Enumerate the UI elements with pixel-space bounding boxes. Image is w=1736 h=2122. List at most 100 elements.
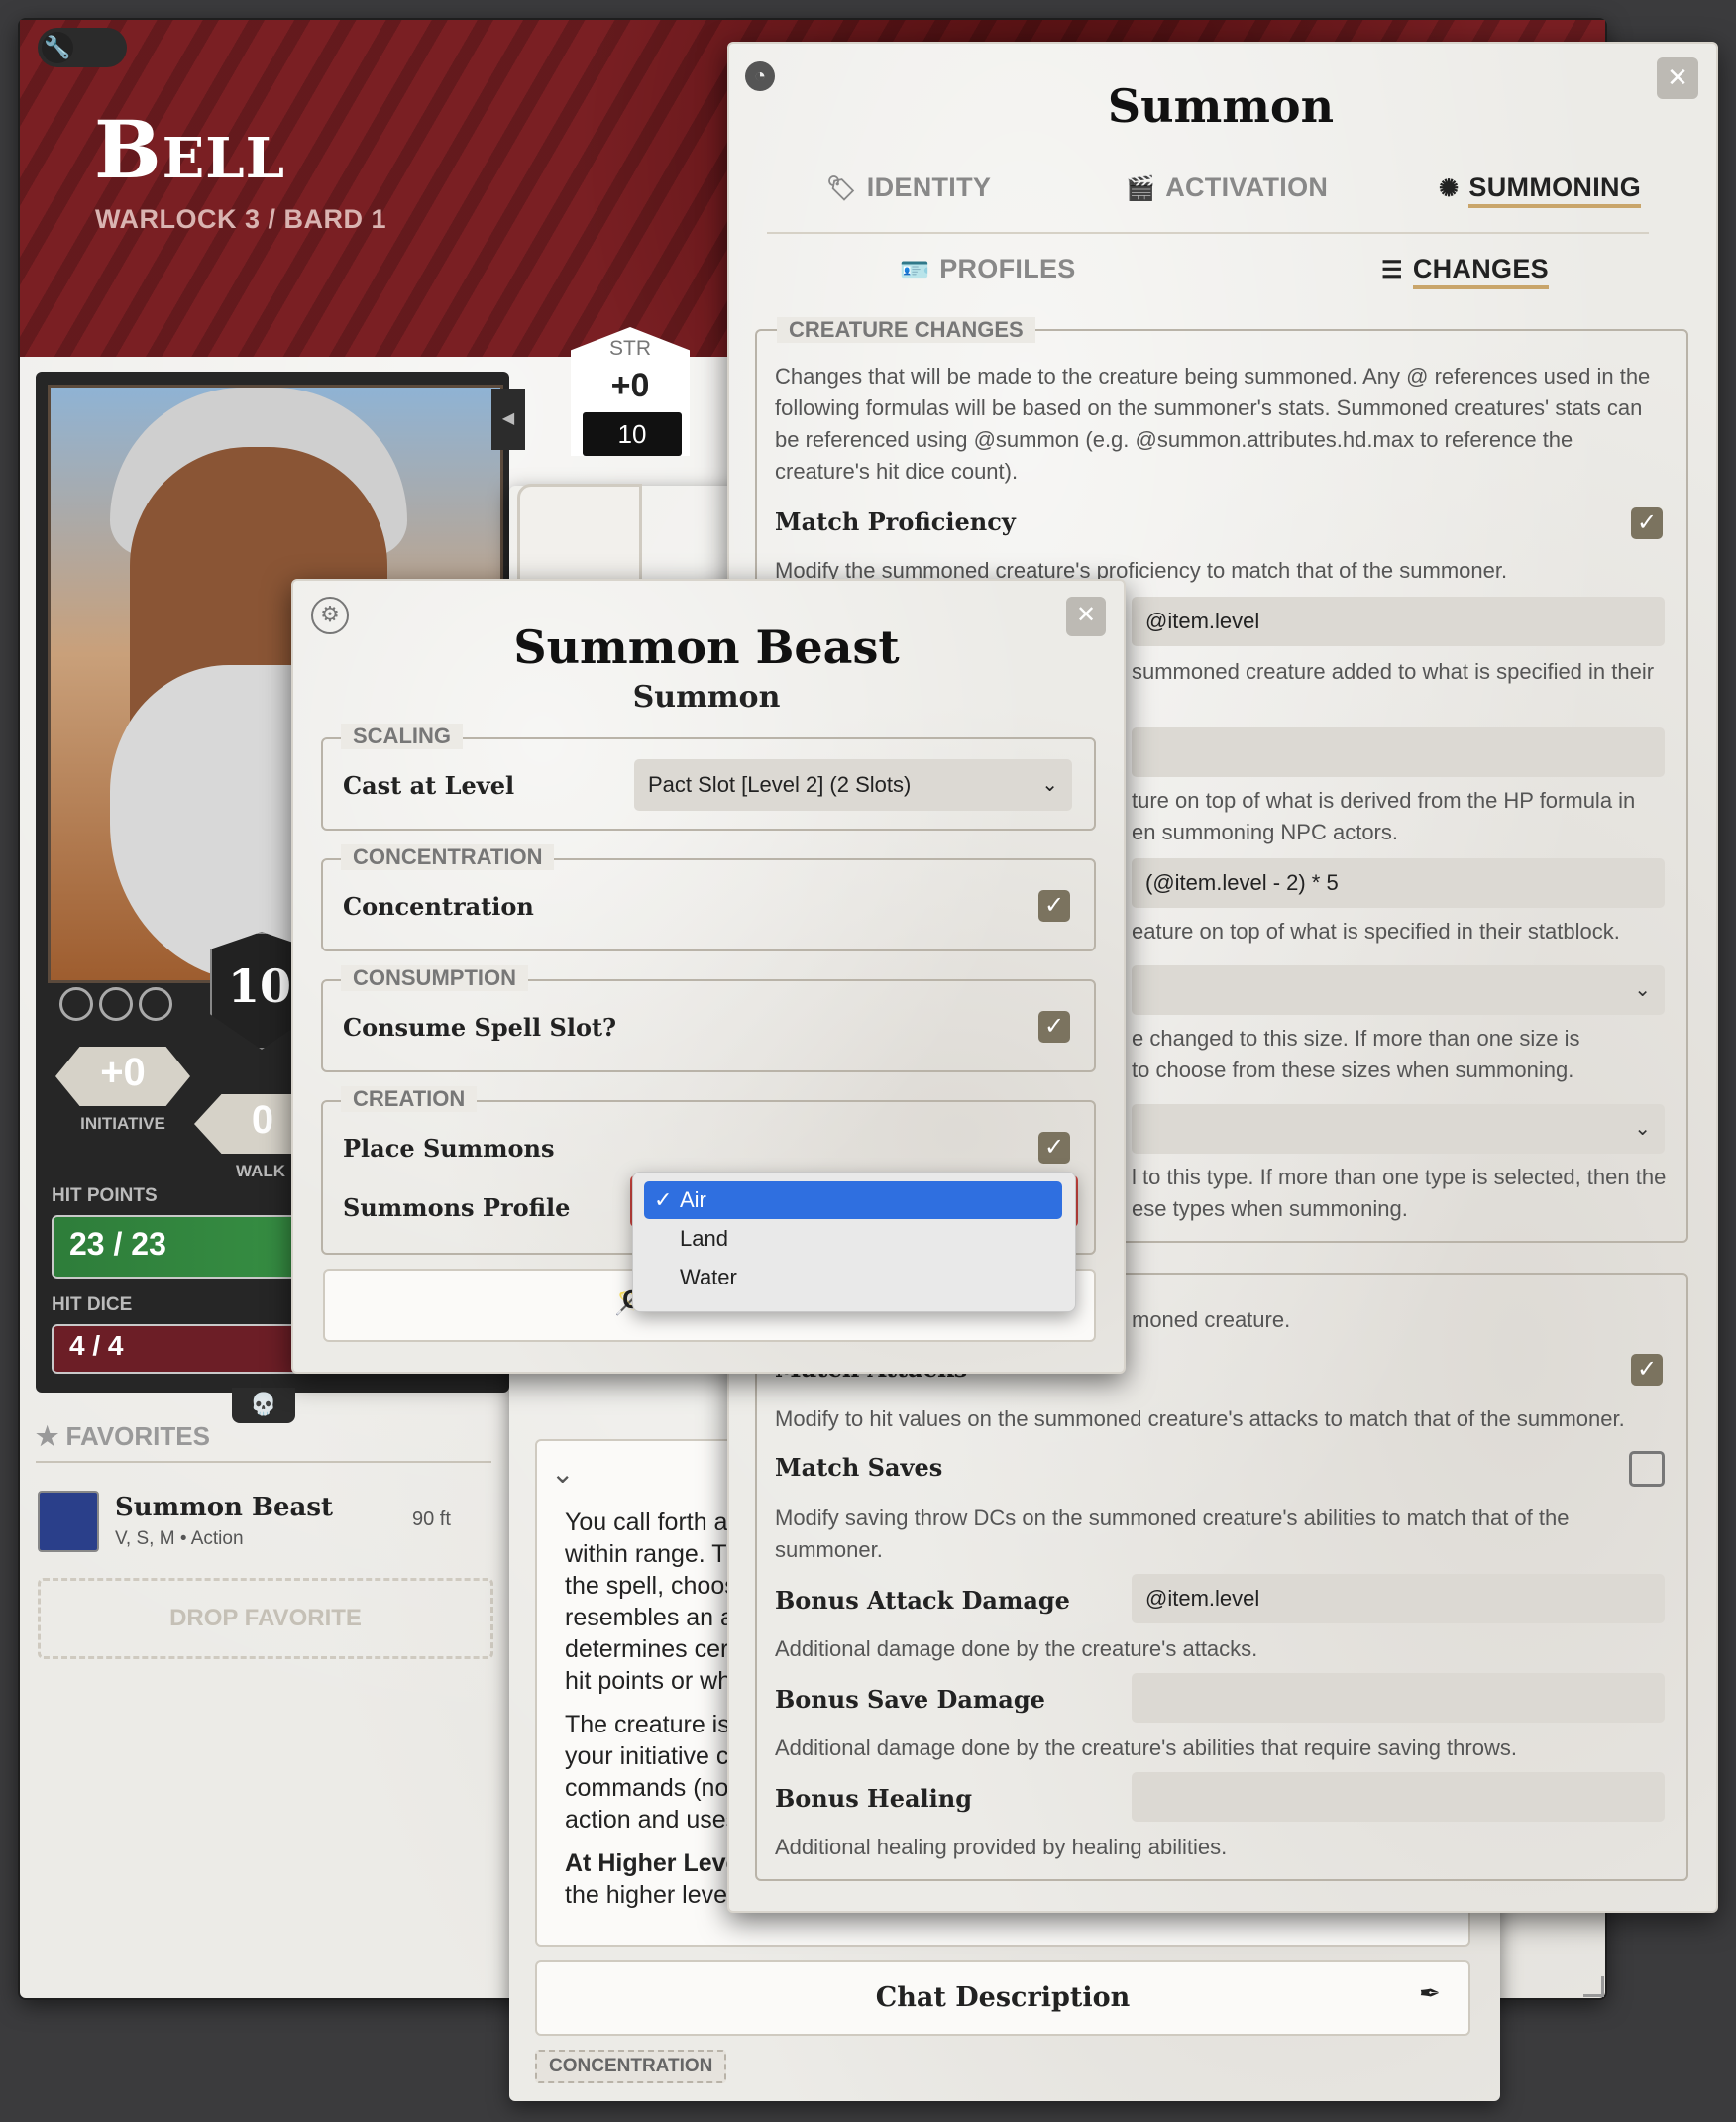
tab-identity[interactable]: 🏷 IDENTITY [826,172,991,203]
creature-changes-intro: Changes that will be made to the creatur… [775,364,1651,484]
edit-mode-toggle[interactable]: 🔧 [38,28,127,67]
type-hint: l to this type. If more than one type is… [1132,1165,1667,1189]
match-saves-checkbox[interactable] [1629,1451,1665,1487]
character-class: WARLOCK 3 / BARD 1 [95,204,387,234]
chat-description-header[interactable]: Chat Description [535,1960,1470,2036]
dropdown-option-land[interactable]: Land [644,1220,1062,1258]
death-save-pip[interactable] [99,987,133,1021]
spell-description-text: You call forth a within range. Th the sp… [565,1507,733,1923]
favorite-item-name[interactable]: Summon Beast [115,1493,333,1522]
tab-summoning[interactable]: ✺ SUMMONING [1439,172,1642,208]
favorites-divider [36,1461,491,1463]
skull-icon[interactable]: 💀 [232,1388,295,1423]
description-line: determines cert [565,1635,733,1663]
bonus-healing-label: Bonus Healing [775,1784,973,1813]
id-card-icon: 🪪 [900,257,930,283]
bonus-save-damage-hint: Additional damage done by the creature's… [775,1735,1517,1760]
description-line: At Higher Levels [565,1849,733,1877]
dialog-title: Summon Beast [513,620,900,674]
chevron-down-icon: ⌄ [1634,1118,1651,1140]
bonus-attack-damage-input[interactable]: @item.level [1132,1574,1665,1623]
subtab-changes[interactable]: ☰ CHANGES [1381,254,1549,289]
dialog-subtitle: Summon [632,680,781,715]
hp-bonus-input[interactable] [1132,727,1665,777]
ac-bonus-hint: summoned creature added to what is speci… [1132,659,1655,684]
bonus-healing-input[interactable] [1132,1772,1665,1822]
description-line: hit points or wh [565,1667,732,1695]
description-line: The creature is a [565,1711,733,1738]
favorites-label: FAVORITES [65,1421,210,1451]
hp-formula-hint: eature on top of what is specified in th… [1132,919,1620,944]
chevron-down-icon[interactable]: ⌄ [551,1457,574,1490]
ac-bonus-input[interactable]: @item.level [1132,597,1665,646]
tab-label: IDENTITY [866,172,992,202]
ability-str-mod[interactable]: +0 [571,367,690,405]
clapperboard-icon: 🎬 [1126,175,1156,202]
summons-profile-label: Summons Profile [343,1193,571,1222]
hp-formula-input[interactable]: (@item.level - 2) * 5 [1132,858,1665,908]
dex-card [517,484,642,589]
death-save-pip[interactable] [59,987,93,1021]
consume-spell-slot-label: Consume Spell Slot? [343,1013,617,1042]
consume-spell-slot-checkbox[interactable]: ✓ [1038,1011,1070,1043]
spider-icon: ✺ [1439,175,1460,202]
scaling-legend: SCALING [341,724,463,749]
subtab-profiles[interactable]: 🪪 PROFILES [900,254,1076,284]
tab-label: SUMMONING [1468,172,1642,208]
tab-label: PROFILES [939,254,1076,283]
collapse-sidebar-button[interactable]: ◀ [491,389,525,450]
favorite-item-components: V, S, M • Action [115,1528,244,1549]
hit-dice-value: 4 / 4 [69,1330,124,1361]
extra-hint: moned creature. [1132,1307,1291,1332]
character-name: Bell [94,103,286,196]
tabs-divider [767,232,1649,234]
bonus-attack-damage-hint: Additional damage done by the creature's… [775,1636,1258,1661]
initiative-label: INITIATIVE [80,1114,165,1133]
concentration-label: Concentration [343,892,534,921]
hp-bonus-hint: ture on top of what is derived from the … [1132,788,1636,813]
bonus-save-damage-label: Bonus Save Damage [775,1685,1045,1714]
match-proficiency-checkbox[interactable]: ✓ [1631,507,1663,539]
option-label: Land [680,1226,728,1251]
creation-legend: CREATION [341,1086,478,1112]
tab-label: ACTIVATION [1165,172,1329,202]
cast-level-value: Pact Slot [Level 2] (2 Slots) [648,772,912,797]
description-line: within range. Th [565,1540,733,1568]
concentration-checkbox[interactable]: ✓ [1038,890,1070,922]
dropdown-option-air[interactable]: ✓ Air [644,1181,1062,1219]
match-attacks-checkbox[interactable]: ✓ [1631,1354,1663,1386]
chevron-down-icon: ⌄ [1041,774,1058,796]
tab-activation[interactable]: 🎬 ACTIVATION [1126,172,1328,203]
description-line: your initiative co [565,1742,733,1770]
feather-edit-icon[interactable]: ✒ [1419,1978,1441,2009]
match-saves-hint-2: summoner. [775,1537,883,1562]
resize-handle[interactable] [1583,1976,1604,1997]
favorite-item-range: 90 ft [412,1508,451,1530]
tab-label: CHANGES [1412,254,1549,289]
death-save-pip[interactable] [139,987,172,1021]
drop-favorite-zone[interactable]: DROP FAVORITE [38,1578,493,1659]
wrench-icon: 🔧 [42,32,73,63]
cast-at-level-label: Cast at Level [343,771,515,800]
size-select[interactable]: ⌄ [1132,965,1665,1015]
ability-str-score[interactable]: 10 [583,412,682,456]
match-saves-hint: Modify saving throw DCs on the summoned … [775,1506,1570,1530]
match-proficiency-label: Match Proficiency [775,507,1016,536]
chevron-down-icon: ⌄ [1634,979,1651,1001]
dropdown-option-water[interactable]: Water [644,1259,1062,1296]
cast-level-select[interactable]: Pact Slot [Level 2] (2 Slots) ⌄ [634,759,1072,811]
hit-points-value: 23 / 23 [69,1226,166,1262]
wolf-howl-icon[interactable] [38,1491,99,1552]
consumption-legend: CONSUMPTION [341,965,528,991]
tag-icon: 🏷 [826,175,857,202]
bonus-save-damage-input[interactable] [1132,1673,1665,1723]
type-select[interactable]: ⌄ [1132,1104,1665,1154]
place-summons-label: Place Summons [343,1134,555,1163]
hit-dice-label: HIT DICE [52,1294,133,1315]
option-label: Air [680,1187,706,1212]
place-summons-checkbox[interactable]: ✓ [1038,1132,1070,1164]
size-hint-2: to choose from these sizes when summonin… [1132,1058,1574,1082]
bonus-healing-hint: Additional healing provided by healing a… [775,1835,1228,1859]
description-line: action and uses [565,1806,733,1834]
walk-value: 0 [251,1098,274,1142]
